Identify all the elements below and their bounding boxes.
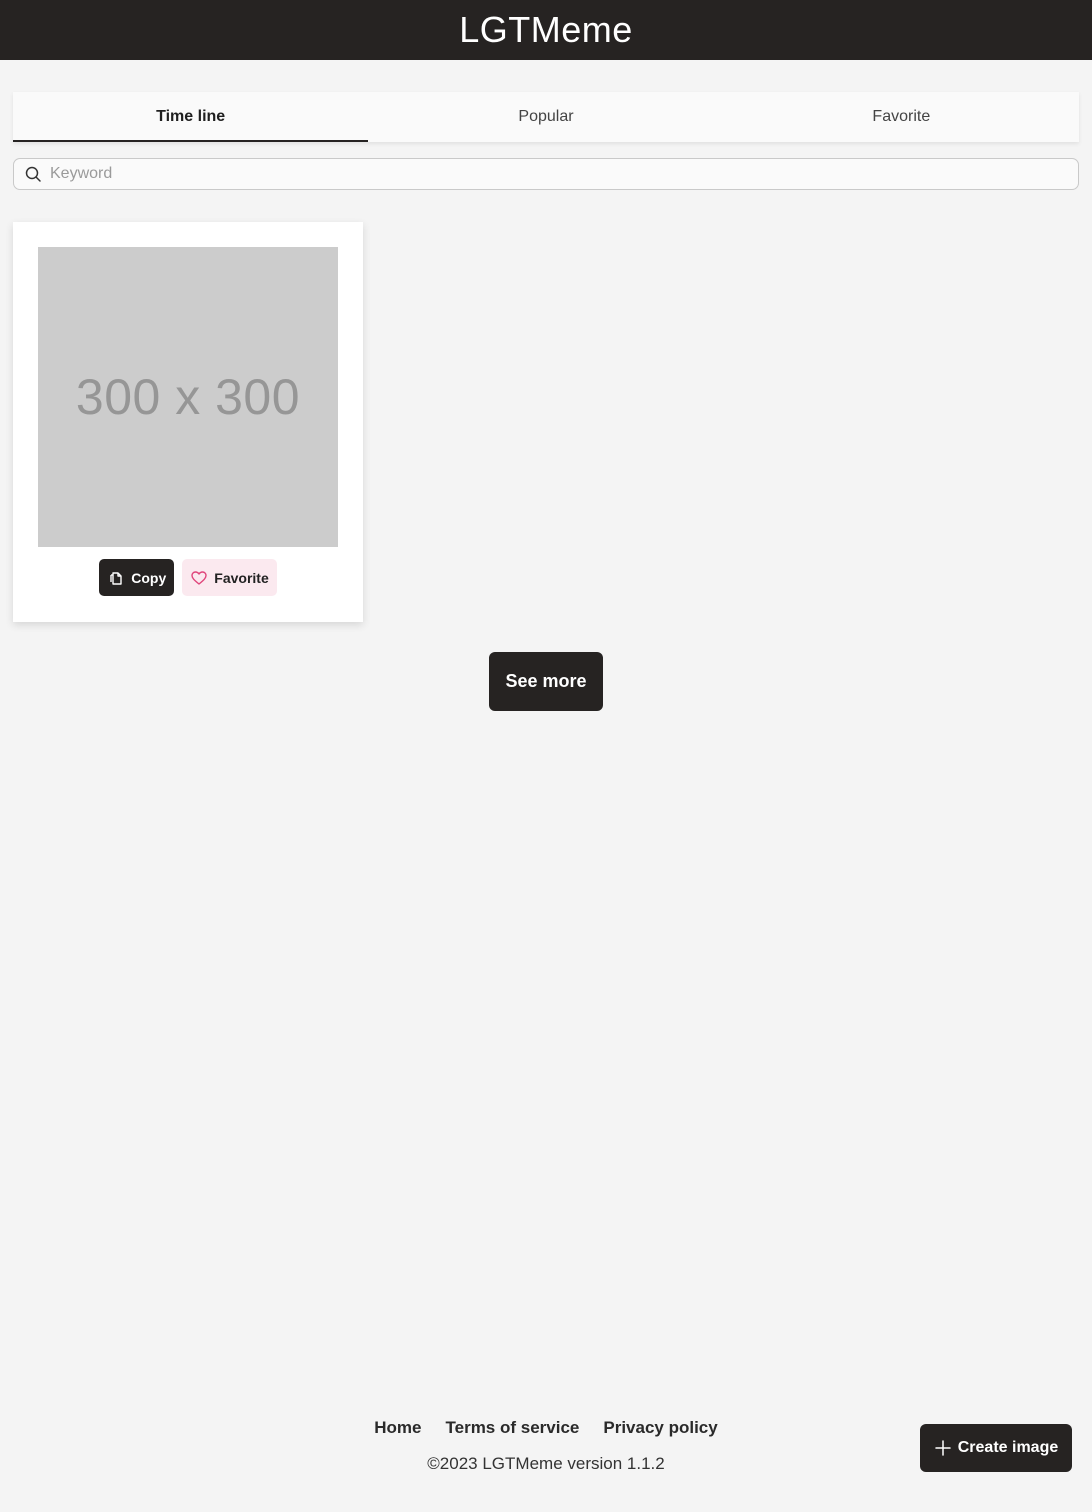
heart-icon (190, 569, 208, 587)
tab-bar: Time line Popular Favorite (13, 92, 1079, 142)
tab-popular[interactable]: Popular (368, 92, 723, 142)
footer-link-home[interactable]: Home (374, 1418, 421, 1438)
copy-label: Copy (131, 569, 167, 586)
tab-label: Time line (156, 108, 226, 125)
search-bar (13, 158, 1079, 190)
meme-card: 300 x 300 Copy Favorite (13, 222, 363, 622)
app-title[interactable]: LGTMeme (459, 9, 633, 51)
meme-image[interactable]: 300 x 300 (38, 247, 338, 547)
app-header: LGTMeme (0, 0, 1092, 60)
see-more-button[interactable]: See more (489, 652, 603, 711)
card-actions: Copy Favorite (13, 559, 363, 596)
page: LGTMeme Time line Popular Favorite 300 x… (0, 0, 1092, 1512)
copy-button[interactable]: Copy (99, 559, 175, 596)
tab-label: Popular (518, 108, 574, 125)
search-input[interactable] (50, 165, 1078, 183)
search-icon (24, 165, 42, 183)
plus-icon (934, 1439, 952, 1457)
copy-icon (107, 569, 125, 587)
footer-link-terms[interactable]: Terms of service (446, 1418, 580, 1438)
footer-link-privacy[interactable]: Privacy policy (603, 1418, 717, 1438)
create-image-button[interactable]: Create image (920, 1424, 1072, 1472)
tab-label: Favorite (872, 108, 931, 125)
create-image-label: Create image (957, 1439, 1059, 1456)
favorite-label: Favorite (214, 569, 269, 586)
image-placeholder-text: 300 x 300 (75, 369, 301, 425)
tab-time-line[interactable]: Time line (13, 92, 369, 142)
favorite-button[interactable]: Favorite (182, 559, 277, 596)
tab-favorite[interactable]: Favorite (724, 92, 1079, 142)
